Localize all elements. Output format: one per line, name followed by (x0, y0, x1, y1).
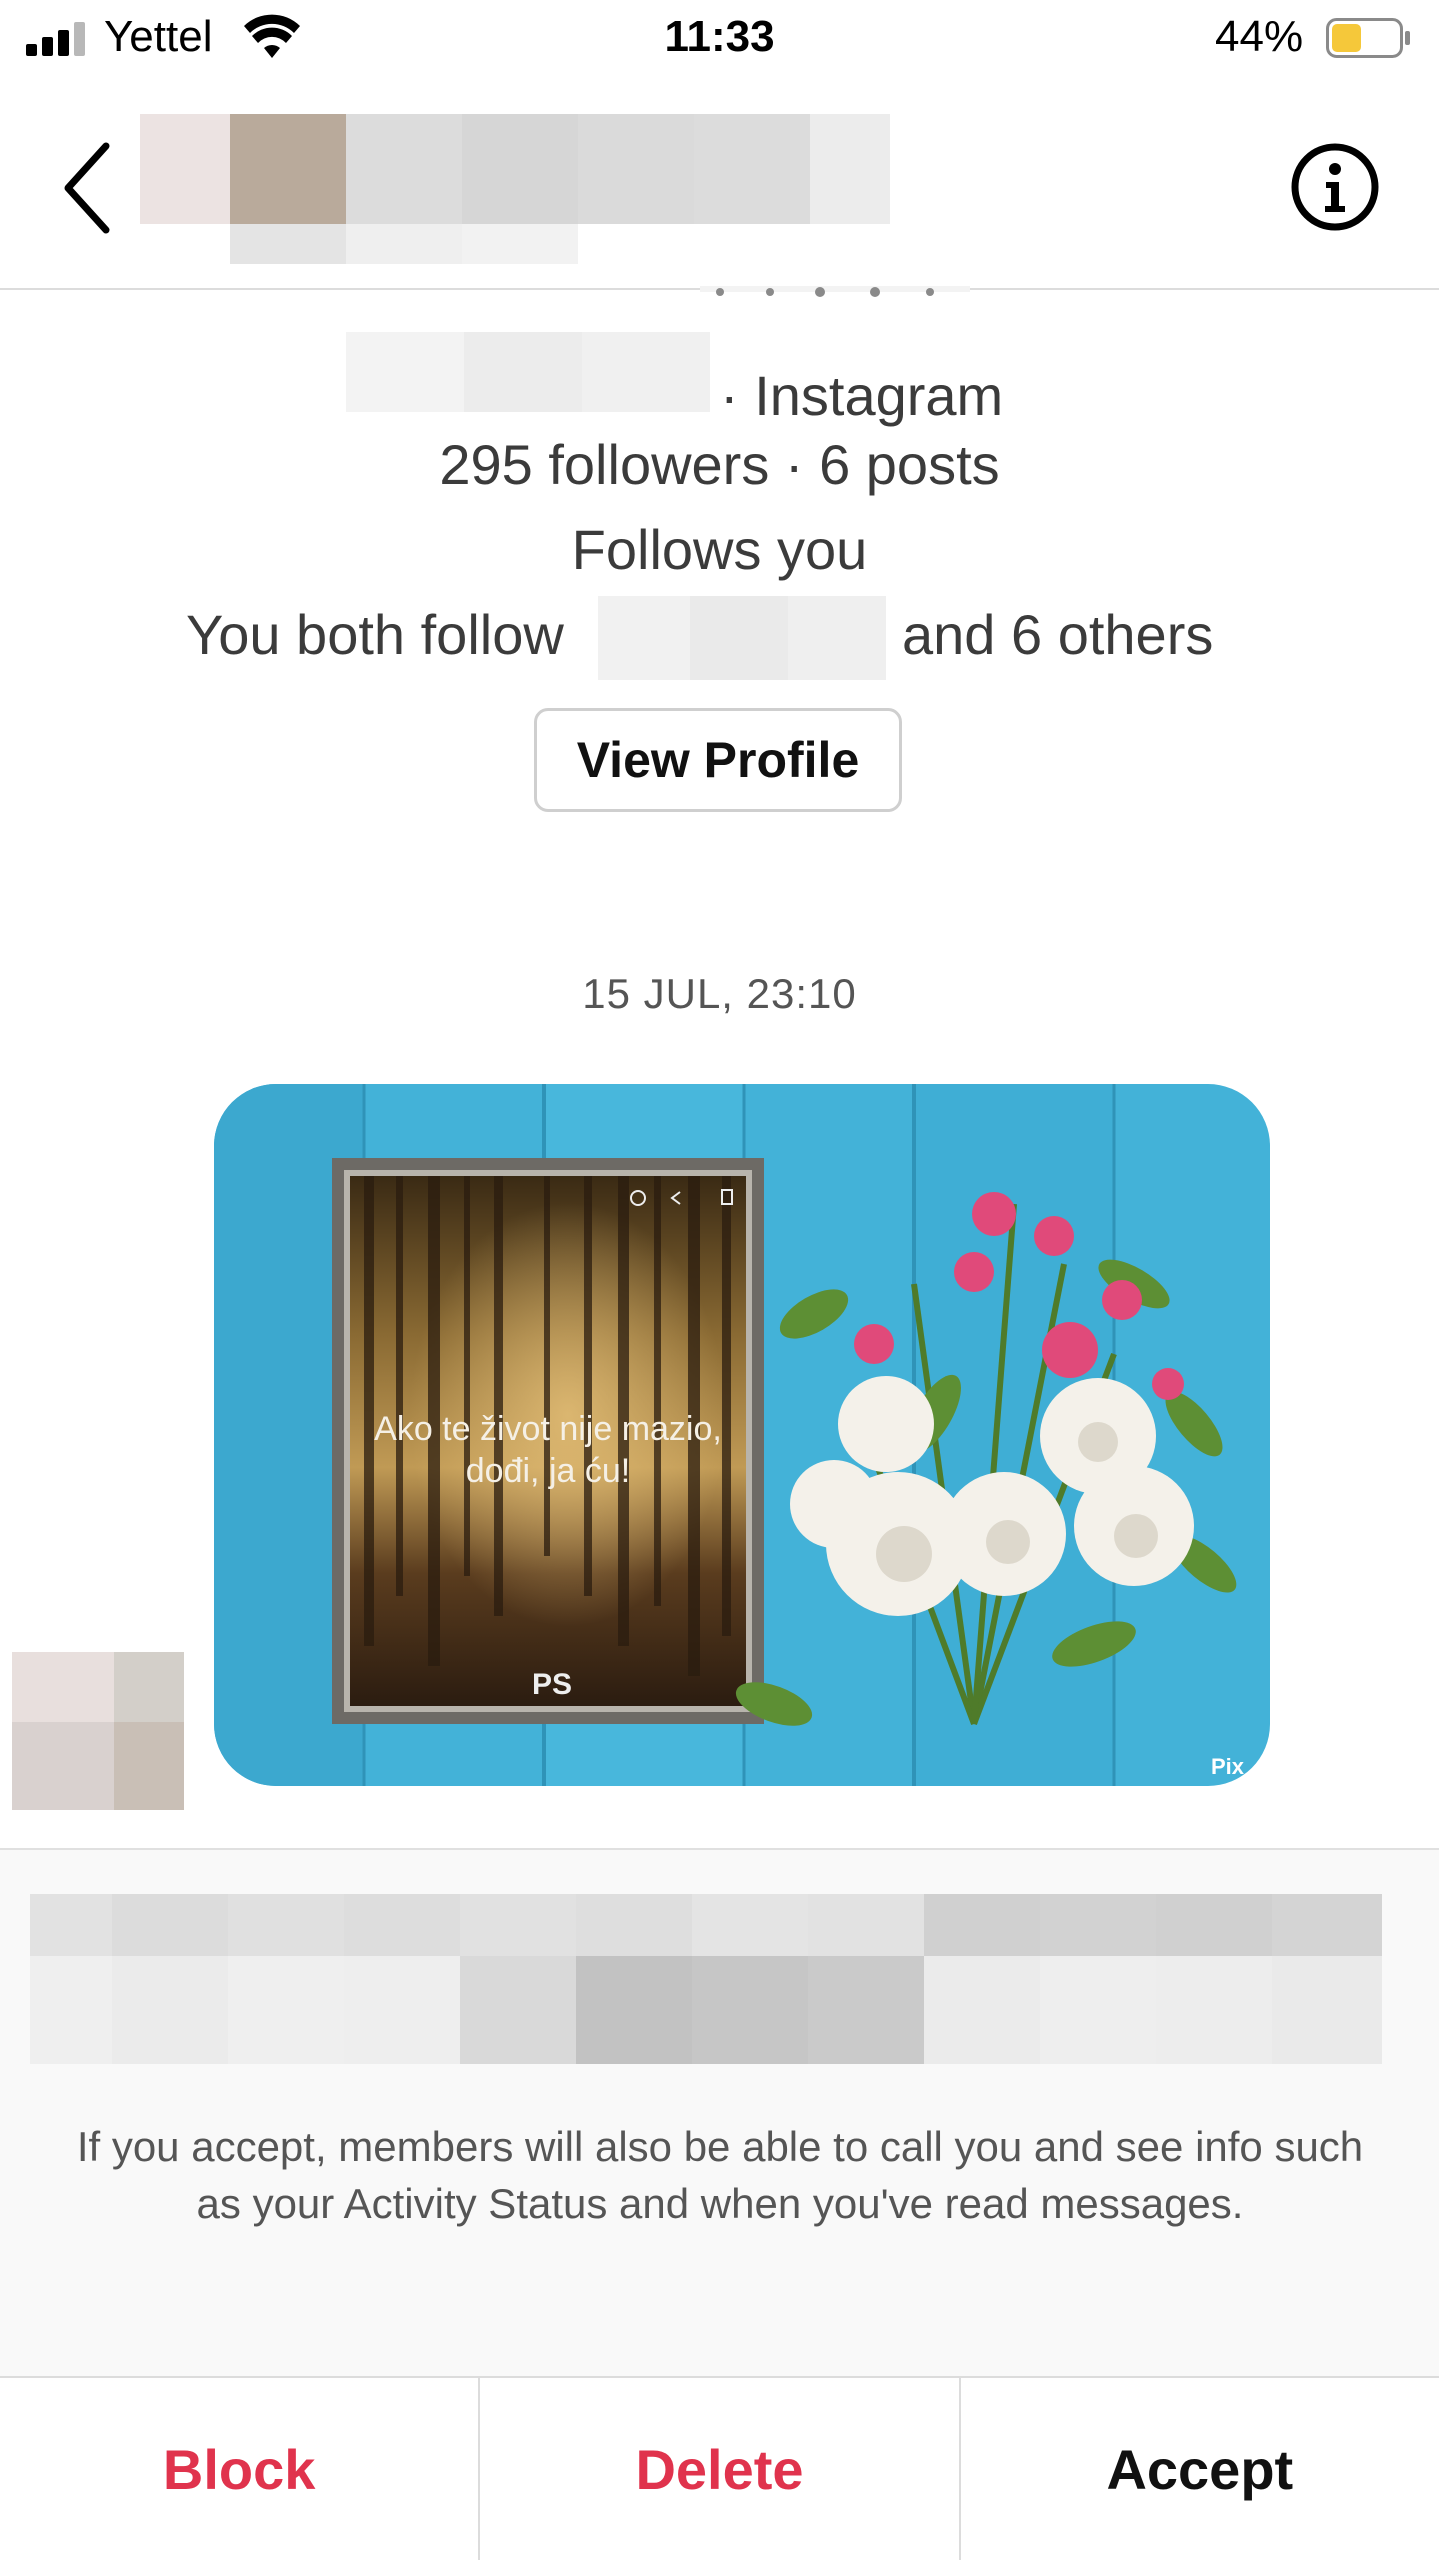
battery-percent: 44% (1215, 12, 1304, 61)
redacted-mutual-name (598, 596, 886, 680)
block-button[interactable]: Block (0, 2378, 481, 2560)
battery-icon (1326, 18, 1410, 58)
image-quote-line2: dođi, ja ću! (466, 1452, 630, 1490)
status-bar: Yettel 11:33 44% (0, 0, 1439, 80)
redacted-request-text (30, 1894, 1382, 2064)
message-timestamp: 15 JUL, 23:10 (582, 970, 857, 1017)
profile-summary: · Instagram 295 followers · 6 posts Foll… (0, 286, 1439, 850)
sender-avatar[interactable] (12, 1652, 184, 1810)
platform-label: · Instagram (720, 364, 1004, 427)
redacted-handle (346, 332, 710, 412)
view-profile-button[interactable]: View Profile (534, 708, 902, 812)
accept-button[interactable]: Accept (961, 2378, 1439, 2560)
image-message[interactable]: Ako te život nije mazio, dođi, ja ću! PS (214, 1084, 1270, 1786)
chat-header (0, 80, 1439, 290)
profile-stats: 295 followers · 6 posts (439, 433, 1000, 496)
info-icon[interactable] (1290, 142, 1380, 232)
mutual-followers: You both follow and 6 others (0, 590, 1439, 680)
chevron-left-icon[interactable] (60, 140, 114, 236)
request-actions: Block Delete Accept (0, 2376, 1439, 2560)
mutual-suffix: and 6 others (902, 603, 1214, 666)
image-logo: PS (532, 1668, 572, 1701)
shared-image: Ako te život nije mazio, dođi, ja ću! PS (214, 1084, 1270, 1786)
mutual-prefix: You both follow (186, 603, 564, 666)
profile-subtitle: · Instagram (0, 332, 1439, 427)
image-quote-line1: Ako te život nije mazio, (374, 1410, 722, 1448)
redacted-username[interactable] (140, 114, 890, 264)
request-disclaimer: If you accept, members will also be able… (76, 2123, 1364, 2227)
delete-button[interactable]: Delete (480, 2378, 961, 2560)
follows-you-label: Follows you (571, 518, 868, 581)
message-request-panel: If you accept, members will also be able… (0, 1848, 1439, 2376)
image-watermark: Pix (1211, 1754, 1245, 1779)
redacted-name-peek (700, 286, 970, 297)
